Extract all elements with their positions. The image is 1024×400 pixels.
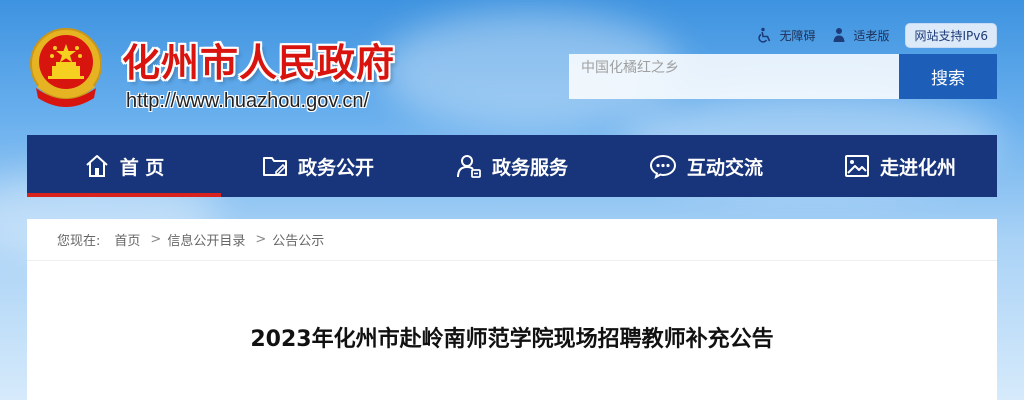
person-icon: [833, 28, 845, 42]
nav-item-about-huazhou[interactable]: 走进化州: [803, 135, 997, 197]
picture-icon: [844, 155, 869, 177]
breadcrumb: 您现在: 首页 > 信息公开目录 > 公告公示: [27, 219, 997, 261]
nav-item-home[interactable]: 首 页: [27, 135, 221, 197]
nav-item-interaction[interactable]: 互动交流: [609, 135, 803, 197]
nav-item-gov-services[interactable]: 政务服务: [415, 135, 609, 197]
breadcrumb-prefix: 您现在:: [57, 234, 101, 249]
nav-item-label: 政务公开: [297, 156, 374, 179]
site-header: 化州市人民政府 http://www.huazhou.gov.cn/ 无障碍 适…: [0, 0, 1024, 135]
breadcrumb-home-link[interactable]: 首页: [114, 230, 140, 249]
breadcrumb-separator: >: [150, 232, 162, 247]
home-icon: [86, 155, 108, 177]
top-links: 无障碍 适老版 网站支持IPv6: [741, 22, 997, 48]
nav-item-label: 互动交流: [686, 156, 763, 179]
article-title: 2023年化州市赴岭南师范学院现场招聘教师补充公告: [250, 327, 774, 352]
accessibility-label: 无障碍: [779, 28, 816, 43]
search-input[interactable]: [569, 54, 899, 99]
breadcrumb-announcements-link[interactable]: 公告公示: [272, 230, 324, 249]
nav-item-label: 首 页: [119, 156, 165, 179]
user-service-icon: [456, 155, 481, 178]
nav-item-public-affairs[interactable]: 政务公开: [221, 135, 415, 197]
ipv6-badge: 网站支持IPv6: [905, 22, 997, 48]
search-button[interactable]: 搜索: [899, 54, 997, 99]
search-bar: 搜索: [569, 54, 997, 99]
elderly-mode-label: 适老版: [853, 28, 890, 43]
wheelchair-icon: [758, 27, 771, 43]
folder-icon: [262, 157, 287, 176]
content-panel: 您现在: 首页 > 信息公开目录 > 公告公示 2023年化州市赴岭南师范学院现…: [27, 219, 997, 400]
site-url: http://www.huazhou.gov.cn/: [126, 90, 370, 112]
accessibility-link[interactable]: 无障碍: [757, 27, 815, 44]
national-emblem-icon: [30, 28, 102, 107]
chat-icon: [649, 154, 676, 179]
nav-item-label: 走进化州: [879, 156, 956, 179]
elderly-mode-link[interactable]: 适老版: [831, 27, 889, 44]
breadcrumb-info-catalog-link[interactable]: 信息公开目录: [167, 230, 245, 249]
breadcrumb-separator: >: [255, 232, 267, 247]
site-title: 化州市人民政府: [122, 41, 396, 85]
main-nav: 首 页 政务公开 政务服务 互动交流 走进化州: [27, 135, 997, 197]
nav-item-label: 政务服务: [491, 156, 568, 179]
